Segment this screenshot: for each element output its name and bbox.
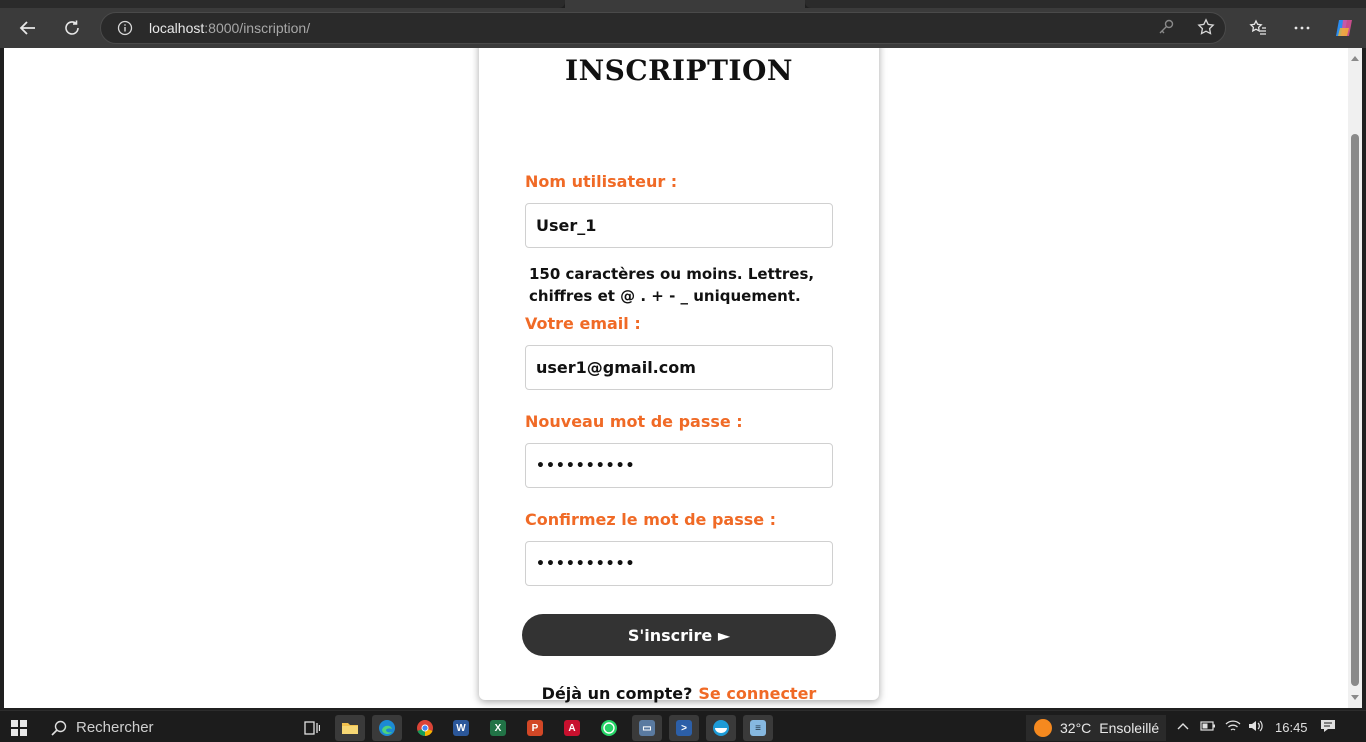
taskbar-search-label[interactable]: Rechercher [76, 719, 154, 736]
back-button[interactable] [12, 14, 44, 42]
page-title: INSCRIPTION [564, 54, 794, 87]
signup-card: INSCRIPTION Nom utilisateur : User_1 150… [479, 48, 879, 703]
file-explorer-icon[interactable] [335, 715, 365, 741]
acrobat-icon[interactable]: A [557, 715, 587, 741]
notepad-icon[interactable]: ≡ [743, 715, 773, 741]
login-link[interactable]: Se connecter [698, 684, 816, 703]
search-icon[interactable] [44, 715, 74, 741]
url-host: localhost [149, 20, 205, 36]
task-view-icon[interactable] [297, 715, 327, 741]
copilot-icon [1336, 20, 1352, 36]
refresh-button[interactable] [56, 14, 88, 42]
tab-strip [0, 0, 1366, 8]
notification-icon[interactable] [1320, 719, 1336, 736]
signup-button[interactable]: S'inscrire ► [522, 614, 836, 656]
more-menu-button[interactable] [1286, 14, 1318, 42]
battery-icon[interactable] [1200, 719, 1216, 736]
chevron-up-icon[interactable] [1176, 719, 1190, 736]
username-label: Nom utilisateur : [525, 172, 678, 191]
address-bar[interactable]: localhost:8000/inscription/ [100, 12, 1226, 44]
weather-desc: Ensoleillé [1099, 720, 1160, 736]
scrollbar-thumb[interactable] [1351, 134, 1359, 686]
password-label: Nouveau mot de passe : [525, 412, 743, 431]
site-info-icon[interactable] [115, 18, 135, 38]
powershell-icon[interactable]: > [669, 715, 699, 741]
volume-icon[interactable] [1248, 719, 1264, 736]
ellipsis-icon [1294, 26, 1310, 30]
whatsapp-icon[interactable] [594, 715, 624, 741]
edge-icon[interactable] [372, 715, 402, 741]
password-key-icon[interactable] [1157, 18, 1175, 40]
tab-inactive-left[interactable] [0, 0, 565, 8]
refresh-icon [65, 20, 79, 35]
username-help-text: 150 caractères ou moins. Lettres, chiffr… [529, 265, 815, 305]
docker-icon[interactable] [706, 715, 736, 741]
back-arrow-icon [19, 21, 35, 35]
word-icon[interactable]: W [446, 715, 476, 741]
taskbar: Rechercher W X P A ▭ > ≡ 32°C Ensoleillé… [0, 710, 1366, 742]
windows-start-icon[interactable] [4, 715, 34, 741]
favorites-button[interactable] [1242, 14, 1274, 42]
clock-time[interactable]: 16:45 [1275, 720, 1308, 735]
excel-icon[interactable]: X [483, 715, 513, 741]
powerpoint-icon[interactable]: P [520, 715, 550, 741]
email-input[interactable]: user1@gmail.com [525, 345, 833, 390]
copilot-button[interactable] [1328, 14, 1360, 42]
login-prompt-text: Déjà un compte? [541, 684, 693, 703]
remote-desktop-icon[interactable]: ▭ [632, 715, 662, 741]
vertical-scrollbar[interactable] [1348, 48, 1362, 708]
wifi-icon[interactable] [1225, 719, 1241, 736]
sun-icon [1034, 719, 1052, 737]
weather-widget[interactable]: 32°C Ensoleillé [1026, 715, 1166, 741]
chrome-icon[interactable] [410, 715, 440, 741]
page-viewport: INSCRIPTION Nom utilisateur : User_1 150… [4, 48, 1348, 708]
login-prompt: Déjà un compte? Se connecter [479, 684, 879, 703]
password-input[interactable]: •••••••••• [525, 443, 833, 488]
url-text: localhost:8000/inscription/ [149, 20, 310, 36]
browser-toolbar: localhost:8000/inscription/ [0, 8, 1366, 48]
confirm-password-label: Confirmez le mot de passe : [525, 510, 777, 529]
window-edge [1362, 48, 1366, 708]
favorites-list-icon [1249, 19, 1266, 35]
weather-temp: 32°C [1060, 720, 1092, 736]
email-label: Votre email : [525, 314, 641, 333]
favorite-star-icon[interactable] [1197, 18, 1215, 40]
username-input[interactable]: User_1 [525, 203, 833, 248]
scroll-up-icon[interactable] [1351, 56, 1359, 61]
tab-active[interactable] [565, 0, 805, 8]
url-path: :8000/inscription/ [204, 20, 311, 36]
scroll-down-icon[interactable] [1351, 695, 1359, 700]
confirm-password-input[interactable]: •••••••••• [525, 541, 833, 586]
tab-inactive-right[interactable] [805, 0, 1366, 8]
